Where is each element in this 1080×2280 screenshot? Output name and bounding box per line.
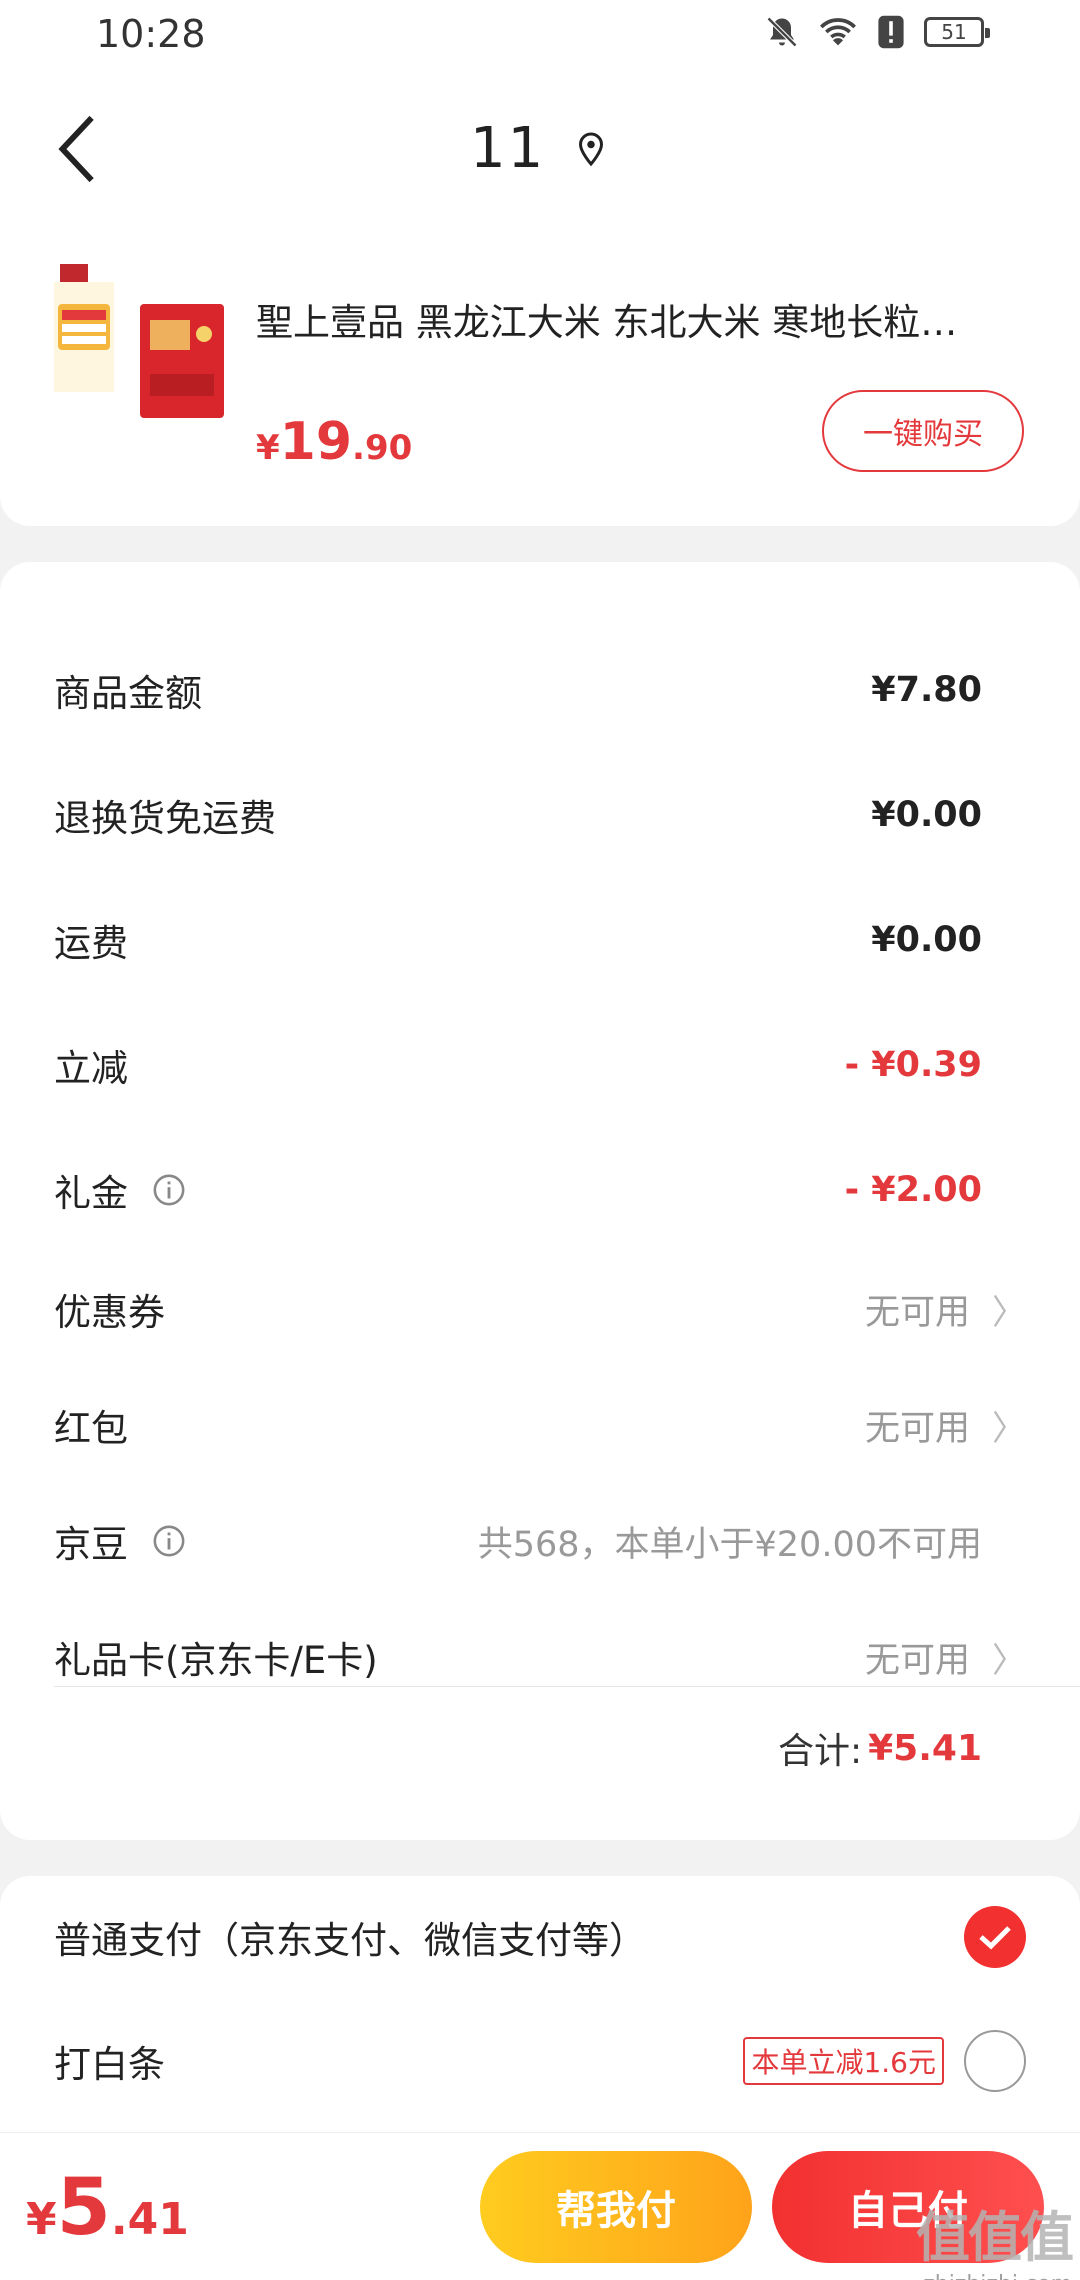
page: 10:28 51 11 聖上壹品 黑龙江大米 东北大米 寒地长粒… ¥19.90…	[0, 0, 1080, 2280]
bottom-price-integer: 5	[56, 2163, 111, 2253]
product-image[interactable]	[54, 264, 234, 424]
fee-row-jd-beans: 京豆 共568，本单小于¥20.00不可用	[54, 1511, 982, 1571]
chevron-right-icon: 〉	[992, 1292, 1026, 1333]
watermark-main: 值值值	[916, 2206, 1074, 2269]
fee-label: 商品金额	[54, 672, 202, 715]
status-bar: 10:28 51	[0, 0, 1080, 74]
fee-value: 无可用	[864, 1408, 970, 1449]
page-title: 11	[470, 116, 546, 181]
fee-label: 礼品卡(京东卡/E卡)	[54, 1639, 378, 1682]
bottom-price-currency: ¥	[26, 2194, 57, 2245]
watermark-sub: zhizhizhi.com	[916, 2272, 1072, 2280]
total-row: 合计: ¥5.41	[778, 1722, 982, 1774]
payment-card: 普通支付（京东支付、微信支付等） 打白条 本单立减1.6元	[0, 1876, 1080, 2136]
product-price: ¥19.90	[256, 412, 412, 472]
alert-icon	[878, 15, 904, 49]
mute-bell-icon	[766, 16, 798, 48]
help-me-pay-button[interactable]: 帮我付	[480, 2151, 752, 2263]
fee-label: 立减	[54, 1047, 128, 1090]
product-title[interactable]: 聖上壹品 黑龙江大米 东北大米 寒地长粒…	[256, 292, 996, 346]
wifi-icon	[820, 18, 856, 46]
fee-label: 退换货免运费	[54, 797, 276, 840]
payment-option-right: 本单立减1.6元	[743, 2030, 1026, 2092]
fee-value: - ¥2.00	[844, 1170, 982, 1210]
battery-level: 51	[941, 20, 967, 44]
chevron-left-icon[interactable]	[56, 114, 100, 184]
fee-label: 京豆	[54, 1523, 128, 1566]
fee-right: 无可用 〉	[864, 1632, 1026, 1683]
payment-option-normal[interactable]: 普通支付（京东支付、微信支付等）	[54, 1902, 1026, 1972]
fee-row-gift-card[interactable]: 礼品卡(京东卡/E卡) 无可用 〉	[54, 1627, 1026, 1687]
fee-value: - ¥0.39	[844, 1045, 982, 1085]
header: 11	[0, 74, 1080, 224]
fee-value: 无可用	[864, 1640, 970, 1681]
status-time: 10:28	[96, 12, 206, 56]
payment-option-label: 打白条	[54, 2043, 165, 2086]
fee-row-red-packet[interactable]: 红包 无可用 〉	[54, 1395, 1026, 1455]
fee-value: ¥0.00	[871, 920, 982, 960]
fee-label: 红包	[54, 1407, 128, 1450]
fee-value: ¥7.80	[871, 670, 982, 710]
location-pin-icon	[579, 131, 604, 166]
fee-right: 无可用 〉	[864, 1284, 1026, 1335]
fees-card: 商品金额 ¥7.80 退换货免运费 ¥0.00 运费 ¥0.00 立减 - ¥0…	[0, 562, 1080, 1840]
product-price-decimal: .90	[352, 428, 413, 468]
battery-icon: 51	[924, 17, 990, 47]
product-price-integer: 19	[279, 412, 353, 472]
info-icon[interactable]	[152, 1524, 186, 1558]
chevron-right-icon: 〉	[992, 1408, 1026, 1449]
address-selector[interactable]: 11	[470, 116, 607, 181]
fee-label: 运费	[54, 922, 128, 965]
fee-label: 礼金	[54, 1172, 128, 1215]
fee-row-goods-amount: 商品金额 ¥7.80	[54, 660, 982, 720]
fee-right: 无可用 〉	[864, 1400, 1026, 1451]
total-label: 合计:	[777, 1731, 863, 1772]
promo-tag: 本单立减1.6元	[743, 2037, 944, 2085]
bottom-bar: ¥5.41 帮我付 自己付 值值值 zhizhizhi.com	[0, 2132, 1080, 2280]
payment-option-label: 普通支付（京东支付、微信支付等）	[54, 1919, 646, 1962]
fee-row-shipping: 运费 ¥0.00	[54, 910, 982, 970]
total-value: ¥5.41	[868, 1727, 982, 1769]
fee-row-gift-money: 礼金 - ¥2.00	[54, 1160, 982, 1220]
chevron-right-icon: 〉	[992, 1640, 1026, 1681]
fee-value: 共568，本单小于¥20.00不可用	[477, 1524, 982, 1565]
divider	[54, 1686, 1080, 1687]
fee-label: 优惠券	[54, 1291, 165, 1334]
radio-unchecked-icon[interactable]	[964, 2030, 1026, 2092]
one-click-buy-button[interactable]: 一键购买	[822, 390, 1024, 472]
fee-row-instant-discount: 立减 - ¥0.39	[54, 1035, 982, 1095]
fee-label-wrap: 京豆	[54, 1514, 186, 1568]
fee-value: ¥0.00	[871, 795, 982, 835]
fee-value: 无可用	[864, 1292, 970, 1333]
product-card: 聖上壹品 黑龙江大米 东北大米 寒地长粒… ¥19.90 一键购买	[0, 224, 1080, 526]
info-icon[interactable]	[152, 1173, 186, 1207]
fee-label-wrap: 礼金	[54, 1163, 186, 1217]
radio-checked-icon[interactable]	[964, 1906, 1026, 1968]
fee-row-return-shipping: 退换货免运费 ¥0.00	[54, 785, 982, 845]
watermark: 值值值 zhizhizhi.com	[916, 2193, 1074, 2280]
product-price-currency: ¥	[256, 428, 280, 468]
payment-option-baitiao[interactable]: 打白条 本单立减1.6元	[54, 2026, 1026, 2096]
status-icons: 51	[764, 14, 990, 50]
bottom-price-decimal: .41	[110, 2194, 189, 2245]
fee-row-coupon[interactable]: 优惠券 无可用 〉	[54, 1279, 1026, 1339]
bottom-price: ¥5.41	[26, 2163, 189, 2253]
